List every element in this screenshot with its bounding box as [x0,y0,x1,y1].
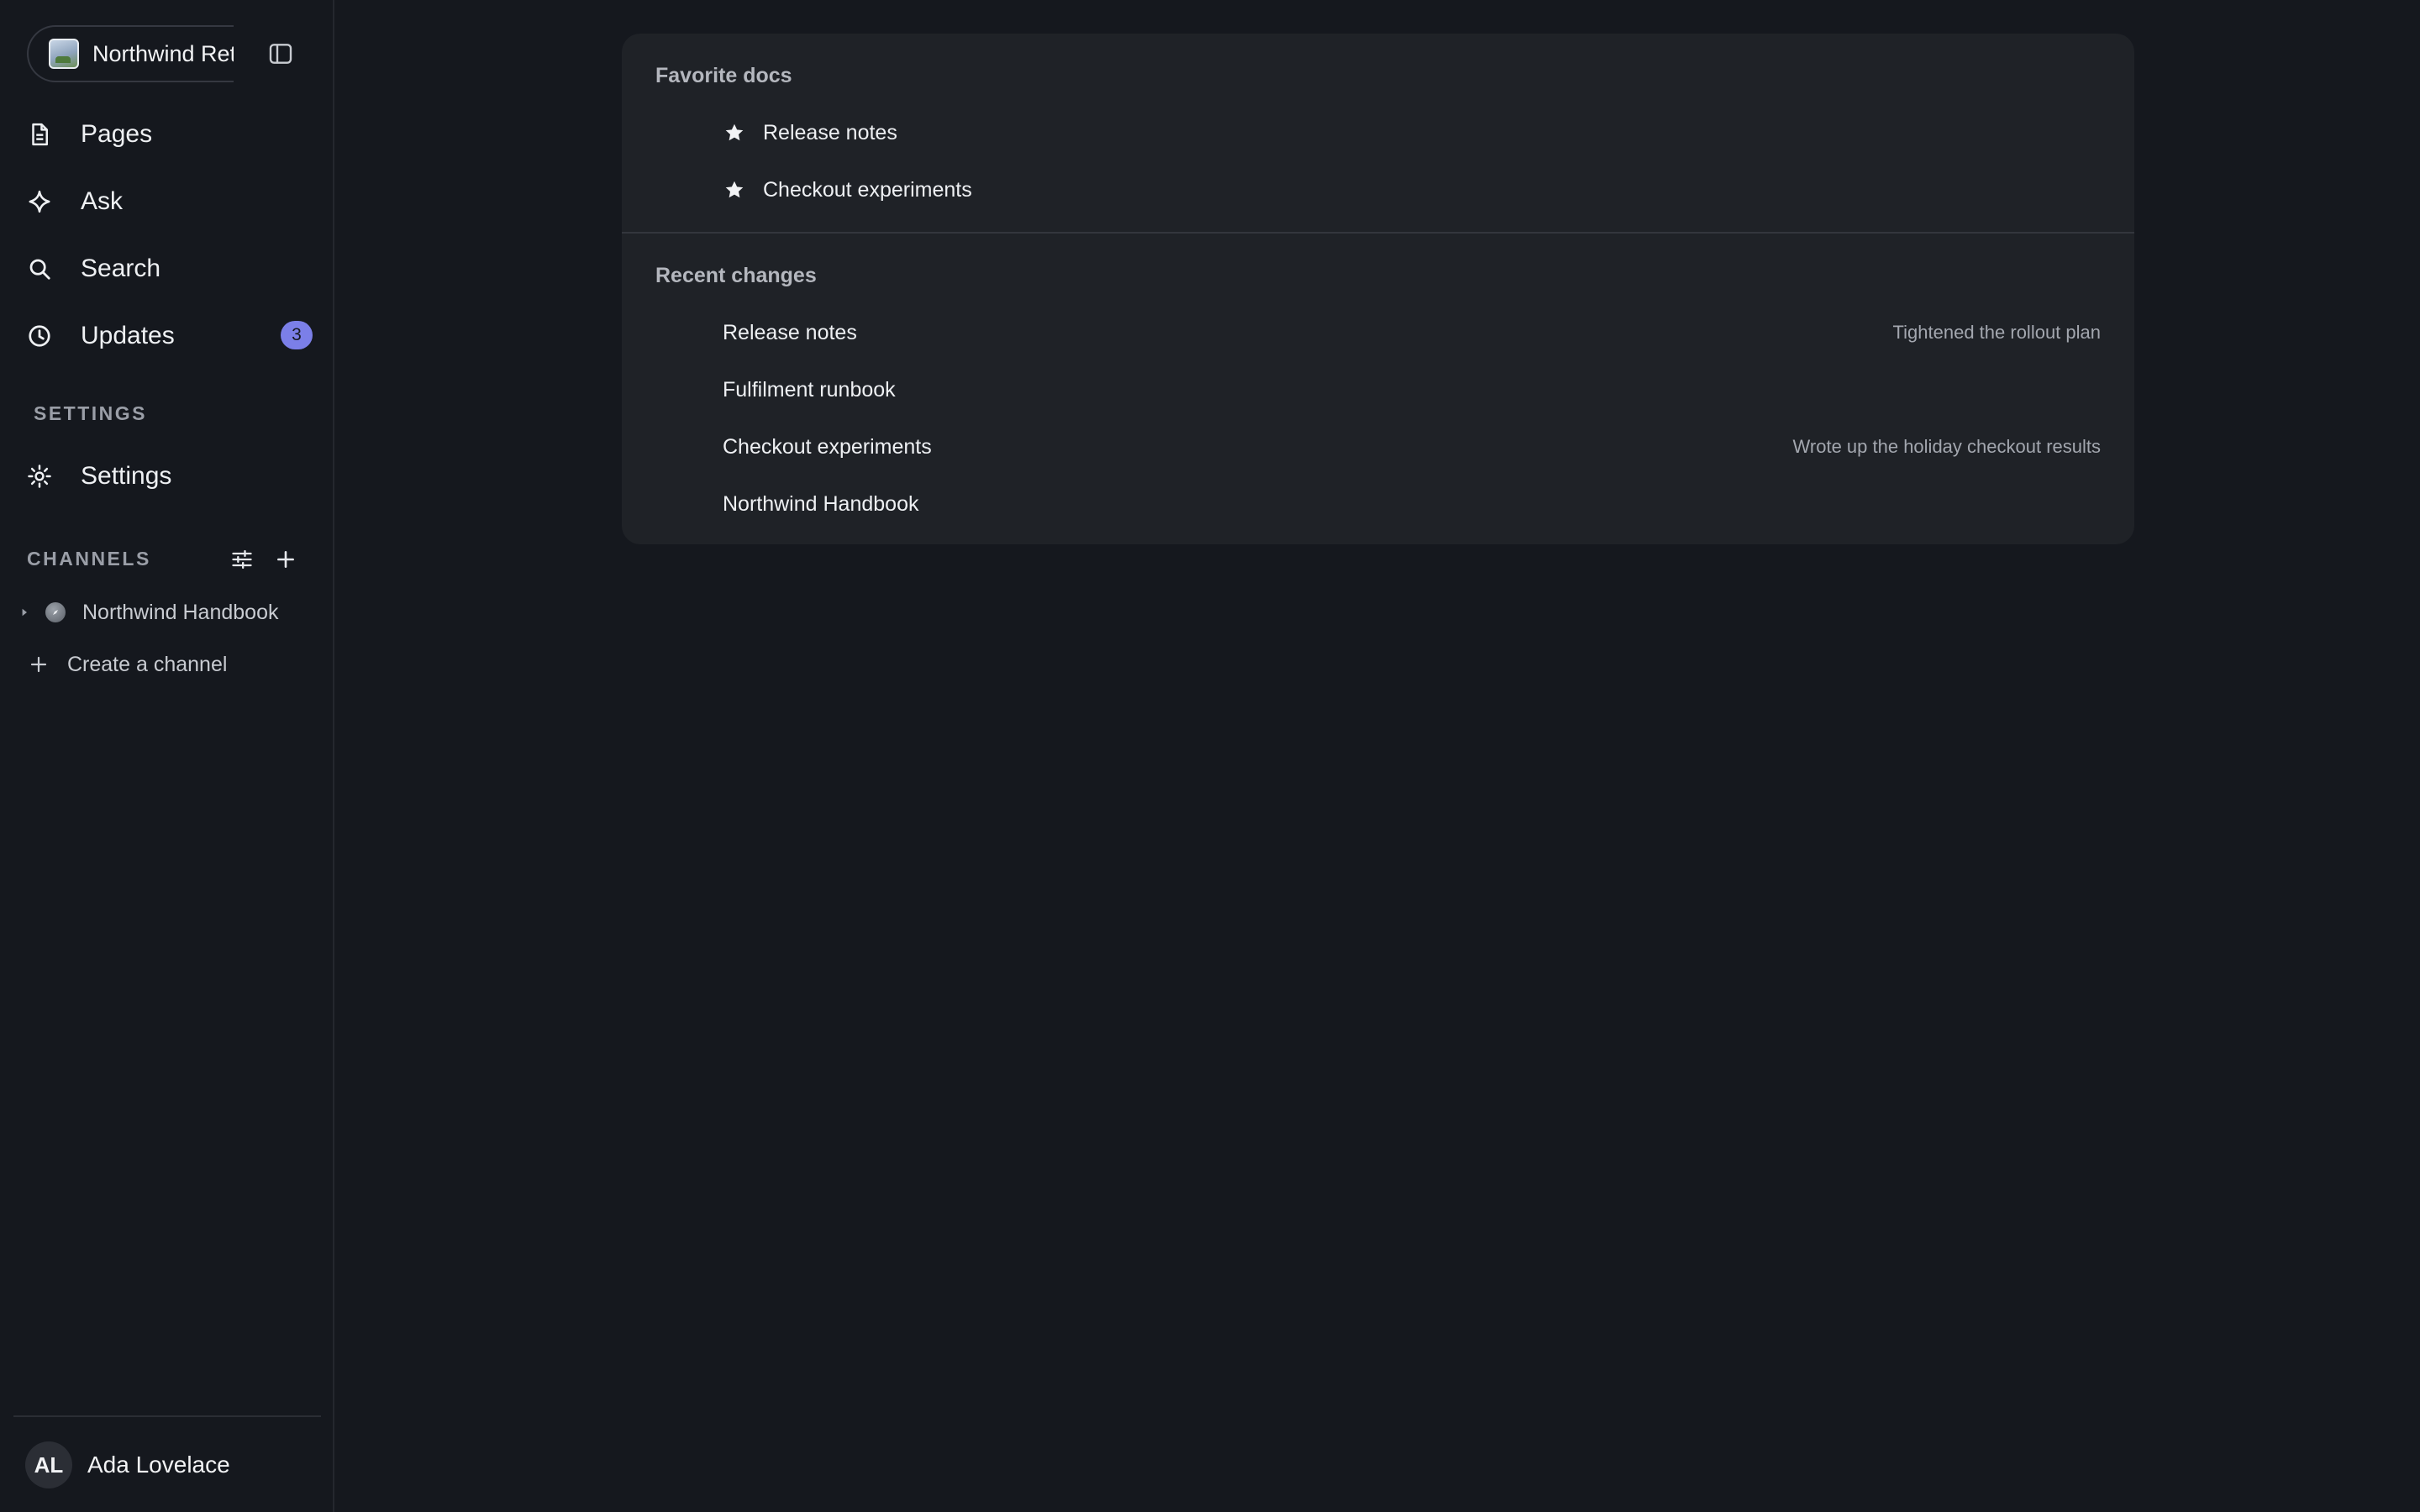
updates-count-badge: 3 [281,321,313,349]
recent-change-item[interactable]: Release notes Tightened the rollout plan [723,311,2101,354]
nav-item-label: Ask [81,187,124,215]
favorite-doc-item[interactable]: Release notes [723,111,2101,155]
change-summary: Wrote up the holiday checkout results [1792,436,2101,457]
channel-label: Northwind Handbook [82,600,279,624]
search-icon [27,249,67,289]
channels-header: CHANNELS [27,543,304,576]
plus-icon [277,551,294,568]
recent-change-item[interactable]: Northwind Handbook [723,482,2101,526]
favorite-doc-label: Release notes [763,120,897,144]
favorite-doc-label: Checkout experiments [763,177,972,202]
nav-item-updates[interactable]: Updates 3 [27,302,313,370]
workspace-name: Northwind Retail [92,40,234,66]
recent-doc-label: Fulfilment runbook [723,377,896,402]
app-window: Northwind Retail Pages [0,0,2420,1512]
workspace-switcher[interactable]: Northwind Retail [27,25,234,82]
nav-item-pages[interactable]: Pages [27,101,313,168]
nav-item-search[interactable]: Search [27,235,313,302]
workspace-row: Northwind Retail [27,25,313,82]
sidebar: Northwind Retail Pages [0,0,334,1512]
recent-doc-label: Northwind Handbook [723,491,919,516]
nav-item-settings[interactable]: Settings [27,443,313,510]
nav-item-label: Pages [81,120,153,148]
user-name: Ada Lovelace [87,1452,230,1478]
add-channel-button[interactable] [269,543,302,576]
compass-icon [45,602,66,622]
change-summary: Tightened the rollout plan [1892,322,2101,343]
gear-icon [27,456,67,496]
recent-doc-label: Release notes [723,320,857,344]
caret-right-icon[interactable] [17,605,32,620]
channel-item[interactable]: Northwind Handbook [17,593,311,632]
primary-nav: Pages Ask Search Updates 3 [27,101,313,370]
create-channel-label: Create a channel [67,652,228,676]
avatar: AL [25,1441,72,1488]
star-icon [723,178,746,202]
clock-icon [27,316,67,356]
recent-change-item[interactable]: Checkout experiments Wrote up the holida… [723,425,2101,469]
favorite-docs-heading: Favorite docs [655,64,792,87]
document-icon [27,114,67,155]
star-icon [723,121,746,144]
recent-changes-heading: Recent changes [655,264,817,287]
nav-item-label: Updates [81,322,175,349]
favorite-doc-item[interactable]: Checkout experiments [723,168,2101,212]
settings-section: Settings [27,443,313,510]
channel-filter-button[interactable] [225,543,259,576]
recent-doc-label: Checkout experiments [723,434,932,459]
sidebar-panel-icon [269,44,292,64]
home-card: Favorite docs Release notes Checkout exp… [622,34,2134,544]
sidebar-toggle-button[interactable] [264,37,297,71]
workspace-logo-icon [49,39,79,69]
sliders-icon [232,549,252,570]
sparkle-icon [27,181,67,222]
recent-change-item[interactable]: Fulfilment runbook [723,368,2101,412]
nav-item-label: Search [81,255,161,282]
plus-icon [30,656,47,673]
nav-item-label: Settings [81,462,172,490]
user-profile[interactable]: AL Ada Lovelace [25,1441,230,1488]
create-channel-button[interactable]: Create a channel [29,645,306,684]
nav-item-ask[interactable]: Ask [27,168,313,235]
settings-section-label: SETTINGS [34,402,148,424]
channels-section-label: CHANNELS [27,548,151,570]
section-divider [622,232,2134,234]
sidebar-divider [13,1415,321,1417]
